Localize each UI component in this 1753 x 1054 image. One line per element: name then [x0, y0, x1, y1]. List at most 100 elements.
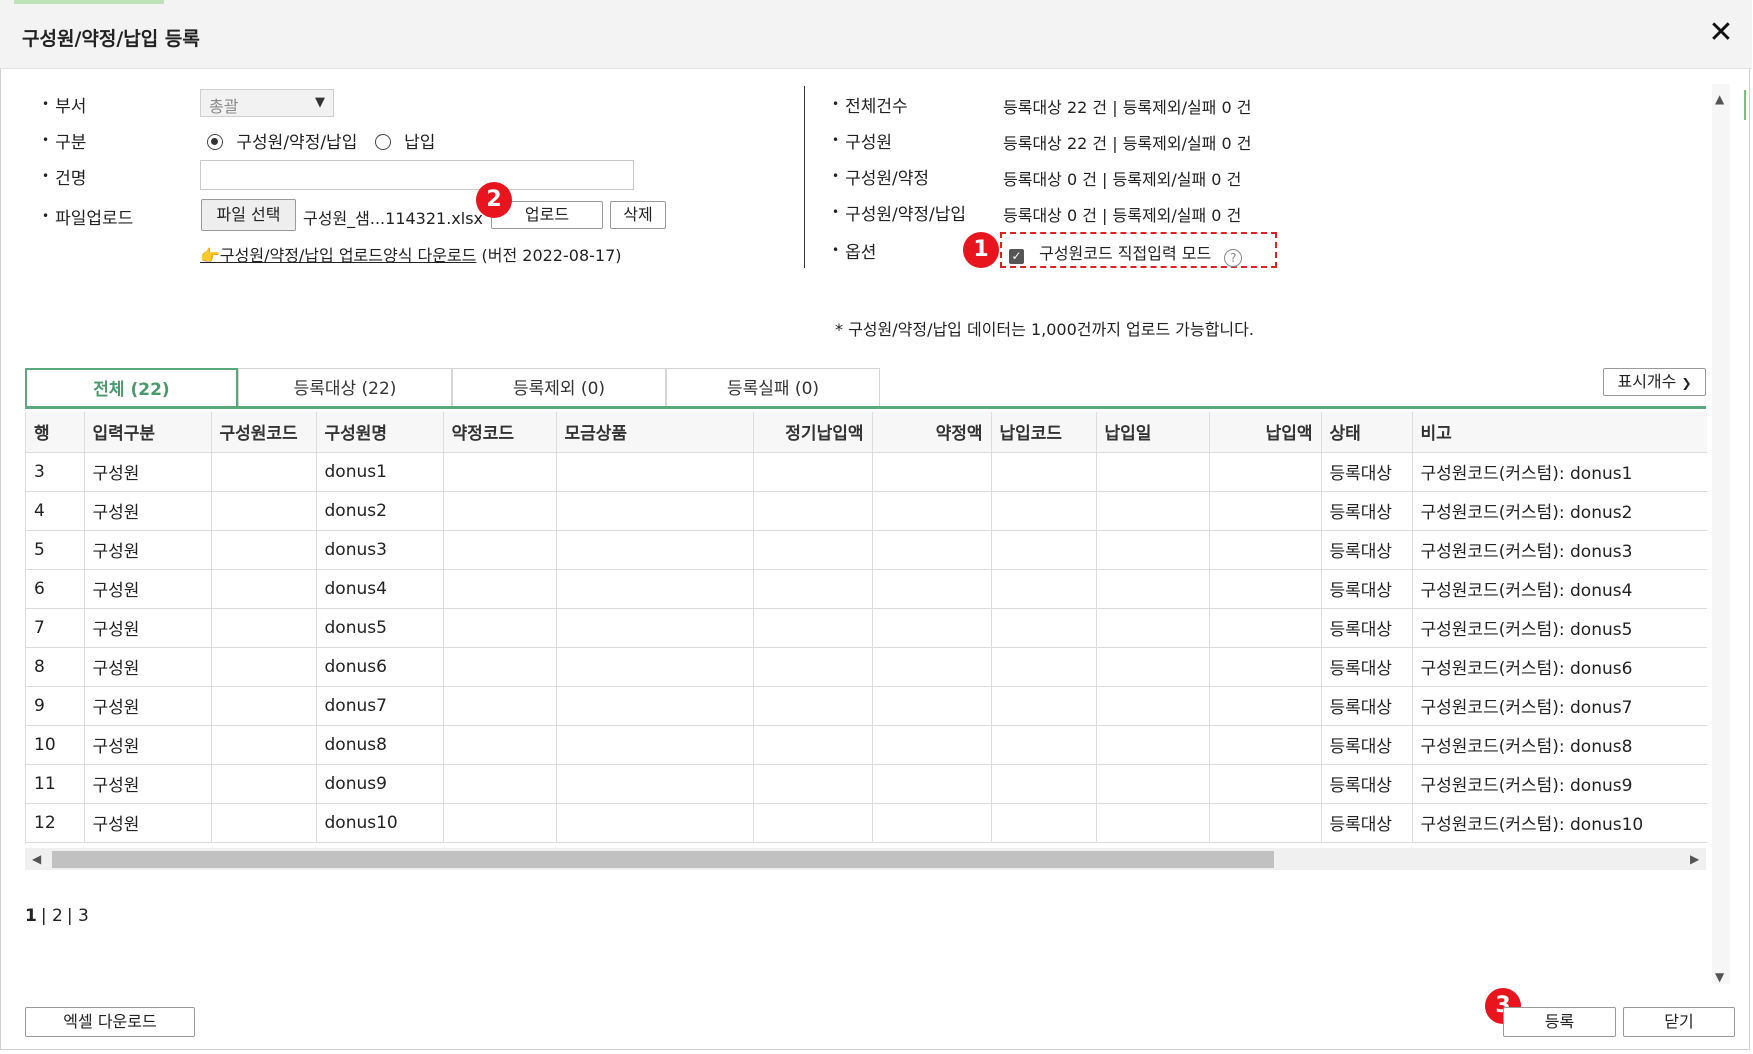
scroll-down-icon[interactable]: ▼	[1715, 970, 1724, 984]
table-cell	[556, 491, 754, 531]
register-button[interactable]: 등록	[1503, 1007, 1616, 1037]
name-label-row: • 건명	[42, 169, 87, 189]
col-header[interactable]: 납입코드	[991, 412, 1097, 453]
page-link[interactable]: 3	[78, 906, 89, 926]
table-cell	[211, 647, 317, 687]
table-cell	[556, 686, 754, 726]
col-header[interactable]: 행	[26, 412, 85, 453]
help-icon[interactable]: ?	[1224, 249, 1243, 267]
dialog-title: 구성원/약정/납입 등록	[22, 28, 200, 50]
close-button[interactable]: 닫기	[1623, 1007, 1735, 1037]
table-row[interactable]: 6 구성원 donus4 등록대상 구성원코드(커스텀): donus4	[26, 569, 1707, 609]
data-grid: 행 입력구분 구성원코드 구성원명 약정코드 모금상품 정기납입액 약정액 납입…	[25, 412, 1707, 844]
col-header[interactable]: 모금상품	[556, 412, 754, 453]
table-cell: 구성원	[84, 569, 212, 609]
table-cell	[211, 764, 317, 804]
table-row[interactable]: 10 구성원 donus8 등록대상 구성원코드(커스텀): donus8	[26, 725, 1707, 765]
dept-label-row: • 부서	[42, 97, 87, 117]
summary-label: 전체건수	[845, 97, 908, 117]
name-label: 건명	[55, 169, 87, 189]
table-cell	[1209, 725, 1322, 765]
table-cell: 등록대상	[1321, 803, 1413, 843]
col-header[interactable]: 납입일	[1096, 412, 1210, 453]
scroll-up-icon[interactable]: ▲	[1715, 92, 1724, 106]
file-choose-button[interactable]: 파일 선택	[201, 199, 296, 231]
table-cell	[753, 452, 873, 492]
close-icon[interactable]: ✕	[1705, 18, 1737, 50]
tab-excluded[interactable]: 등록제외 (0)	[452, 368, 666, 408]
table-cell	[556, 608, 754, 648]
table-row[interactable]: 9 구성원 donus7 등록대상 구성원코드(커스텀): donus7	[26, 686, 1707, 726]
table-cell	[872, 608, 992, 648]
dept-select[interactable]: 총괄 ▼	[200, 89, 334, 117]
summary-value: 등록대상 0 건 | 등록제외/실패 0 건	[1003, 170, 1242, 189]
tab-underline	[25, 406, 1706, 409]
table-row[interactable]: 8 구성원 donus6 등록대상 구성원코드(커스텀): donus6	[26, 647, 1707, 687]
page-link[interactable]: 2	[52, 906, 63, 926]
table-row[interactable]: 5 구성원 donus3 등록대상 구성원코드(커스텀): donus3	[26, 530, 1707, 570]
type-label-row: • 구분	[42, 133, 87, 153]
name-input[interactable]	[200, 160, 634, 190]
option-label-row: • 옵션	[832, 243, 877, 263]
table-cell: 10	[26, 725, 85, 765]
table-cell	[1209, 647, 1322, 687]
chevron-down-icon: ❯	[1681, 376, 1692, 390]
table-row[interactable]: 7 구성원 donus5 등록대상 구성원코드(커스텀): donus5	[26, 608, 1707, 648]
scroll-right-icon[interactable]: ▶	[1690, 852, 1699, 866]
tab-register-target[interactable]: 등록대상 (22)	[238, 368, 452, 408]
table-cell: 등록대상	[1321, 452, 1413, 492]
table-cell: 12	[26, 803, 85, 843]
table-cell	[556, 452, 754, 492]
table-cell	[753, 764, 873, 804]
table-cell	[1096, 647, 1210, 687]
table-cell: 등록대상	[1321, 530, 1413, 570]
table-cell	[556, 725, 754, 765]
template-download-link[interactable]: 👉구성원/약정/납입 업로드양식 다운로드	[200, 246, 476, 265]
col-header[interactable]: 정기납입액	[753, 412, 873, 453]
table-cell: 구성원코드(커스텀): donus8	[1412, 725, 1707, 765]
col-header[interactable]: 약정액	[872, 412, 992, 453]
table-cell	[1209, 803, 1322, 843]
col-header[interactable]: 납입액	[1209, 412, 1322, 453]
tab-all[interactable]: 전체 (22)	[25, 368, 238, 408]
table-cell: 5	[26, 530, 85, 570]
direct-code-mode-checkbox[interactable]: ✓	[1009, 249, 1024, 264]
display-count-dropdown[interactable]: 표시개수 ❯	[1603, 368, 1706, 396]
edge-accent	[1744, 90, 1746, 120]
radio-payment[interactable]	[374, 134, 391, 150]
page-current[interactable]: 1	[25, 906, 37, 926]
table-cell	[1096, 452, 1210, 492]
scroll-left-icon[interactable]: ◀	[32, 852, 41, 866]
step-badge-2: 2	[476, 182, 512, 218]
table-cell	[556, 530, 754, 570]
horizontal-scroll-thumb[interactable]	[52, 851, 1274, 868]
table-row[interactable]: 12 구성원 donus10 등록대상 구성원코드(커스텀): donus10	[26, 803, 1707, 843]
col-header[interactable]: 상태	[1321, 412, 1413, 453]
col-header[interactable]: 구성원코드	[211, 412, 317, 453]
excel-download-button[interactable]: 엑셀 다운로드	[25, 1007, 195, 1037]
vertical-scrollbar[interactable]	[1712, 84, 1730, 984]
table-cell: donus7	[316, 686, 444, 726]
tab-failed[interactable]: 등록실패 (0)	[666, 368, 880, 408]
table-cell	[556, 803, 754, 843]
top-accent	[14, 0, 164, 4]
delete-button[interactable]: 삭제	[610, 201, 666, 229]
table-cell	[211, 530, 317, 570]
summary-row: • 구성원/약정/납입	[832, 205, 967, 225]
table-cell: 11	[26, 764, 85, 804]
table-cell: donus5	[316, 608, 444, 648]
table-row[interactable]: 3 구성원 donus1 등록대상 구성원코드(커스텀): donus1	[26, 452, 1707, 492]
table-cell: 구성원코드(커스텀): donus6	[1412, 647, 1707, 687]
col-header[interactable]: 구성원명	[316, 412, 444, 453]
table-row[interactable]: 4 구성원 donus2 등록대상 구성원코드(커스텀): donus2	[26, 491, 1707, 531]
col-header[interactable]: 입력구분	[84, 412, 212, 453]
table-cell	[443, 452, 557, 492]
table-cell	[872, 530, 992, 570]
radio-member-pledge-payment[interactable]	[207, 134, 223, 150]
col-header[interactable]: 비고	[1412, 412, 1707, 453]
table-cell: 구성원코드(커스텀): donus5	[1412, 608, 1707, 648]
col-header[interactable]: 약정코드	[443, 412, 557, 453]
table-cell	[991, 686, 1097, 726]
table-cell	[211, 686, 317, 726]
table-row[interactable]: 11 구성원 donus9 등록대상 구성원코드(커스텀): donus9	[26, 764, 1707, 804]
